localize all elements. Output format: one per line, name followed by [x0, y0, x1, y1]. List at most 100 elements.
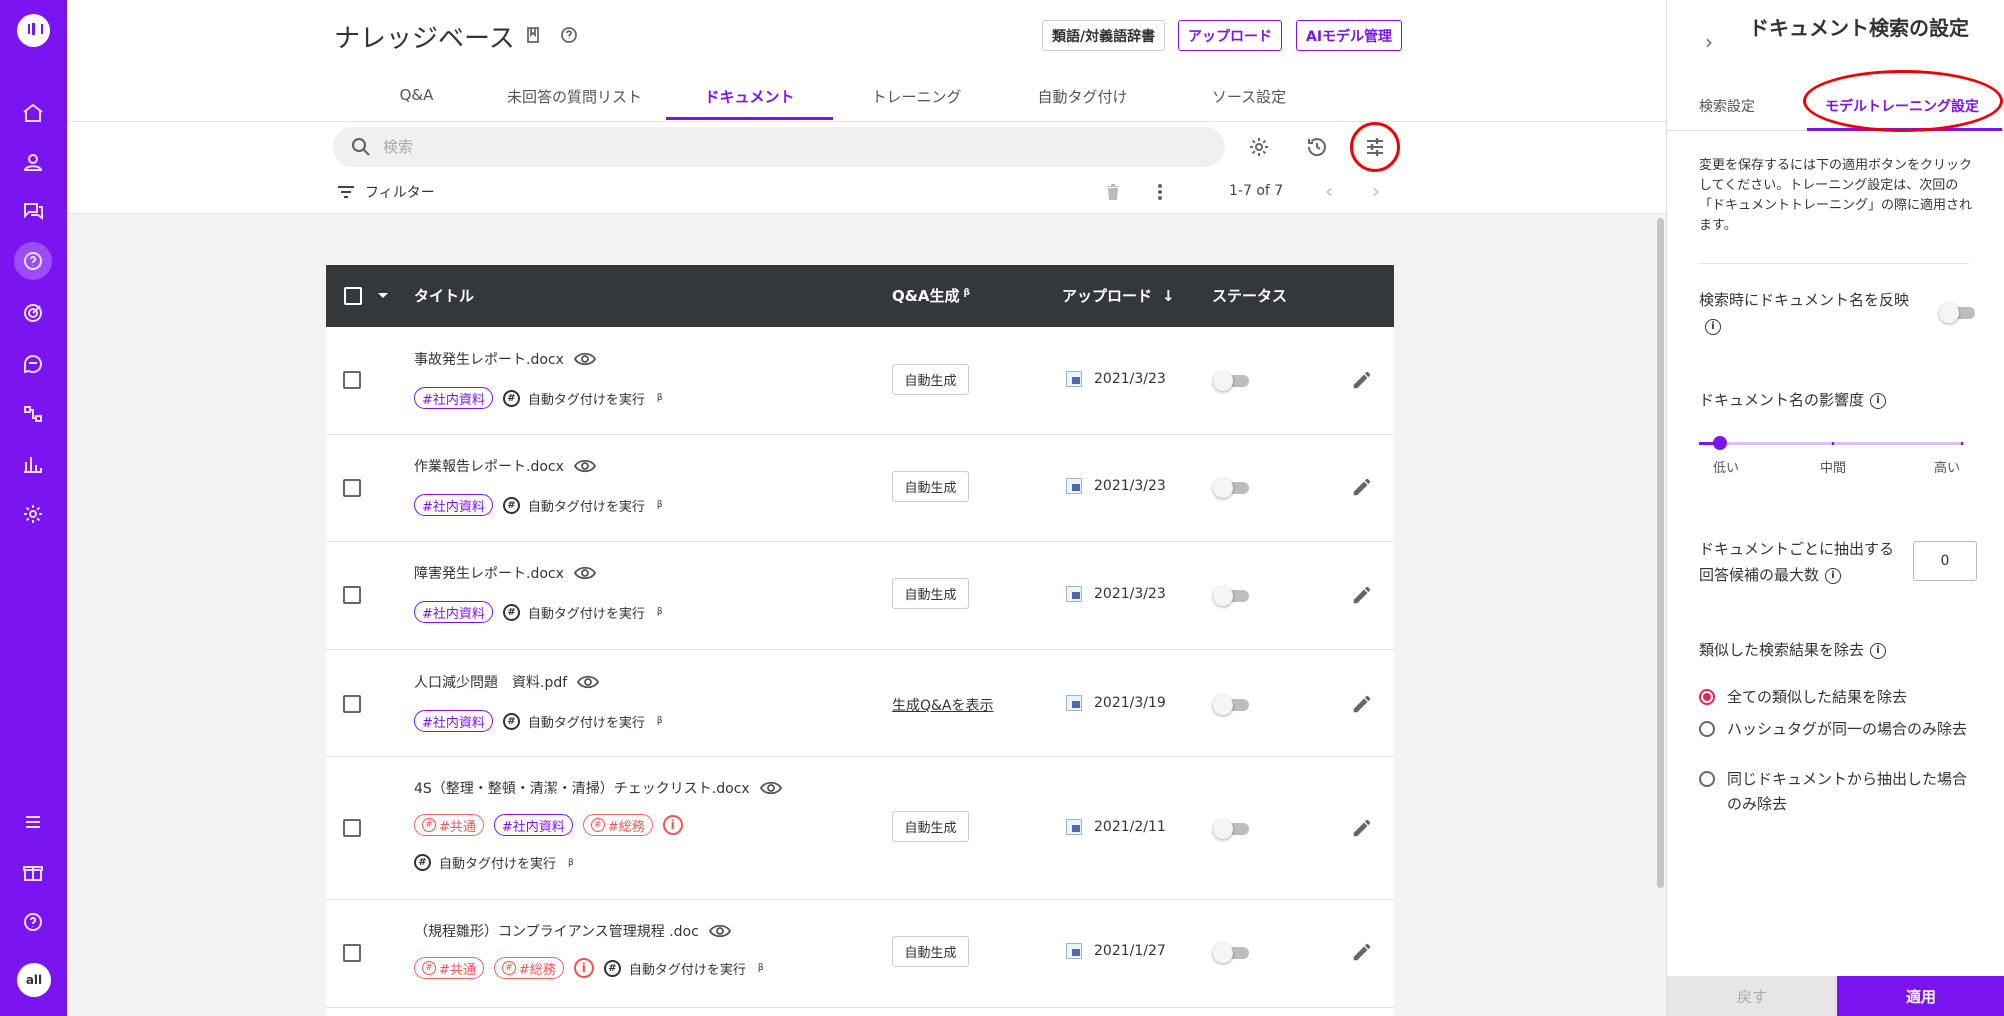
col-qa[interactable]: Q&A生成 β [892, 285, 970, 306]
auto-generate-button[interactable]: 自動生成 [892, 471, 969, 502]
info-icon[interactable]: i [662, 815, 683, 835]
dedupe-option-same-document[interactable]: 同じドキュメントから抽出した場合のみ除去 [1699, 767, 1969, 817]
edit-icon[interactable] [1351, 584, 1373, 606]
settings-icon[interactable] [19, 500, 47, 528]
chevron-right-icon[interactable]: › [1365, 180, 1387, 202]
row-checkbox[interactable] [343, 944, 361, 962]
status-toggle[interactable] [1213, 943, 1251, 963]
radio-button[interactable] [1699, 721, 1715, 737]
max-candidates-input[interactable]: 0 [1913, 541, 1977, 581]
col-status[interactable]: ステータス [1212, 285, 1287, 306]
status-toggle[interactable] [1213, 819, 1251, 839]
caret-down-icon[interactable] [378, 293, 388, 298]
document-name[interactable]: （規程雛形）コンプライアンス管理規程 .doc [414, 921, 731, 941]
tab-qa[interactable]: Q&A [350, 80, 483, 120]
status-toggle[interactable] [1213, 586, 1251, 606]
dedupe-option-all[interactable]: 全ての類似した結果を除去 [1699, 685, 1969, 710]
user-icon[interactable] [19, 148, 47, 176]
info-icon[interactable]: i [1825, 567, 1842, 584]
tab-training[interactable]: トレーニング [833, 80, 1000, 120]
select-all-checkbox[interactable] [344, 287, 362, 305]
status-toggle[interactable] [1213, 478, 1251, 498]
tag-badge-suggested[interactable]: # #共通 [414, 814, 484, 836]
auto-tag-button[interactable]: # 自動タグ付けを実行 β [502, 603, 663, 622]
eye-icon[interactable] [708, 923, 731, 939]
tag-badge-suggested[interactable]: # #総務 [582, 814, 653, 836]
view-generated-qa-link[interactable]: 生成Q&Aを表示 [892, 695, 994, 715]
row-checkbox[interactable] [343, 695, 361, 713]
auto-generate-button[interactable]: 自動生成 [892, 578, 969, 609]
edit-icon[interactable] [1351, 693, 1373, 715]
auto-generate-button[interactable]: 自動生成 [892, 936, 969, 967]
radio-button[interactable] [1699, 771, 1715, 787]
info-icon[interactable]: i [573, 958, 594, 978]
tab-auto-tagging[interactable]: 自動タグ付け [1000, 80, 1165, 120]
flow-icon[interactable] [19, 400, 47, 428]
col-upload[interactable]: アップロード ↓ [1062, 285, 1175, 306]
tab-documents[interactable]: ドキュメント [666, 80, 833, 120]
help-icon[interactable] [19, 908, 47, 936]
tag-badge-suggested[interactable]: # #共通 [414, 957, 484, 979]
chat-icon[interactable] [19, 196, 47, 224]
scrollbar[interactable] [1655, 214, 1666, 1016]
upload-button[interactable]: アップロード [1178, 20, 1282, 51]
gift-icon[interactable] [19, 858, 47, 886]
row-checkbox[interactable] [343, 586, 361, 604]
filter-button[interactable]: フィルター [337, 182, 435, 202]
tab-source-settings[interactable]: ソース設定 [1165, 80, 1333, 120]
user-avatar[interactable]: all [17, 963, 51, 997]
home-icon[interactable] [19, 99, 47, 127]
document-name[interactable]: 障害発生レポート.docx [414, 563, 596, 583]
info-icon[interactable]: i [1870, 392, 1887, 409]
chevron-left-icon[interactable]: ‹ [1318, 180, 1340, 202]
target-icon[interactable] [19, 299, 47, 327]
trash-icon[interactable] [1101, 180, 1125, 204]
edit-icon[interactable] [1351, 369, 1373, 391]
scrollbar-thumb[interactable] [1657, 218, 1664, 888]
auto-tag-button[interactable]: # 自動タグ付けを実行 β [502, 389, 663, 408]
slider-knob[interactable] [1713, 436, 1728, 450]
status-toggle[interactable] [1213, 695, 1251, 715]
document-name[interactable]: 4S（整理・整頓・清潔・清掃）チェックリスト.docx [414, 778, 782, 798]
row-checkbox[interactable] [343, 819, 361, 837]
eye-icon[interactable] [759, 780, 782, 796]
analytics-icon[interactable] [19, 450, 47, 478]
apply-button[interactable]: 適用 [1837, 976, 2004, 1016]
book-icon[interactable] [524, 26, 542, 44]
status-toggle[interactable] [1213, 371, 1251, 391]
row-checkbox[interactable] [343, 371, 361, 389]
knowledge-base-icon[interactable] [14, 242, 52, 280]
tag-badge[interactable]: #社内資料 [414, 601, 493, 623]
eye-icon[interactable] [577, 674, 600, 690]
auto-generate-button[interactable]: 自動生成 [892, 811, 969, 842]
auto-tag-button[interactable]: # 自動タグ付けを実行 β [502, 712, 663, 731]
auto-tag-button[interactable]: # 自動タグ付けを実行 β [414, 853, 574, 872]
col-title[interactable]: タイトル [414, 285, 474, 306]
help-icon[interactable] [560, 26, 578, 44]
tab-search-settings[interactable]: 検索設定 [1699, 96, 1755, 116]
eye-icon[interactable] [573, 351, 596, 367]
tune-settings-icon[interactable] [1350, 122, 1400, 172]
info-icon[interactable]: i [1870, 642, 1887, 659]
auto-tag-button[interactable]: # 自動タグ付けを実行 β [502, 496, 663, 515]
menu-icon[interactable] [19, 808, 47, 836]
message-icon[interactable] [19, 350, 47, 378]
document-name[interactable]: 事故発生レポート.docx [414, 349, 596, 369]
tag-badge[interactable]: #社内資料 [493, 814, 573, 836]
auto-tag-button[interactable]: # 自動タグ付けを実行 β [603, 959, 764, 978]
document-name[interactable]: 作業報告レポート.docx [414, 456, 596, 476]
eye-icon[interactable] [573, 458, 596, 474]
gear-icon[interactable] [1242, 130, 1276, 164]
radio-button[interactable] [1699, 689, 1715, 705]
auto-generate-button[interactable]: 自動生成 [892, 364, 969, 395]
more-vert-icon[interactable] [1148, 180, 1172, 204]
tag-badge[interactable]: #社内資料 [414, 710, 493, 732]
reflect-name-toggle[interactable] [1939, 303, 1977, 323]
chevron-right-icon[interactable]: › [1705, 30, 1713, 54]
ai-model-button[interactable]: AIモデル管理 [1296, 20, 1403, 51]
tag-badge[interactable]: #社内資料 [414, 494, 493, 516]
dedupe-option-hashtag[interactable]: ハッシュタグが同一の場合のみ除去 [1699, 717, 1969, 742]
document-name[interactable]: 人口減少問題 資料.pdf [414, 672, 600, 692]
history-icon[interactable] [1300, 130, 1334, 164]
edit-icon[interactable] [1351, 476, 1373, 498]
